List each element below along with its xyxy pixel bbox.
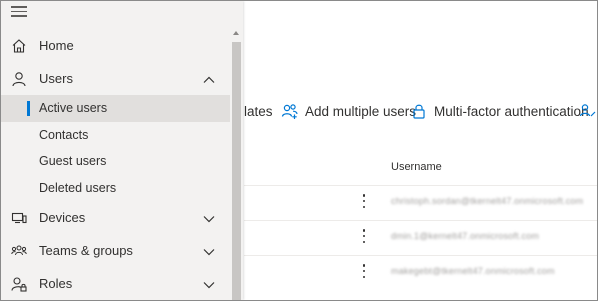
user-templates-label: lates — [244, 103, 273, 119]
nav-subitem-contacts[interactable]: Contacts — [1, 122, 230, 149]
add-people-icon — [281, 102, 299, 120]
nav-item-home[interactable]: Home — [1, 29, 230, 62]
add-multiple-users-button[interactable]: Add multiple users — [281, 96, 416, 126]
people-group-icon — [10, 242, 28, 260]
lock-icon — [410, 102, 428, 120]
home-icon — [10, 37, 28, 55]
multi-factor-authentication-button[interactable]: Multi-factor authentication — [410, 96, 589, 126]
app-window: lates Add multiple users Multi-factor au… — [0, 0, 598, 301]
nav-subitem-label: Contacts — [39, 127, 89, 142]
chevron-down-icon[interactable] — [203, 278, 215, 289]
nav-subitem-guest-users[interactable]: Guest users — [1, 148, 230, 175]
nav-item-devices[interactable]: Devices — [1, 201, 230, 234]
username-cell: makegebt@tkernelt47.onmicrosoft.com — [391, 266, 555, 276]
multi-factor-authentication-label: Multi-factor authentication — [434, 103, 589, 119]
hamburger-icon[interactable] — [11, 6, 27, 18]
chevron-down-icon[interactable] — [203, 245, 215, 256]
nav-item-roles[interactable]: Roles — [1, 267, 230, 300]
nav-subitem-label: Active users — [39, 101, 108, 116]
nav-item-teams-groups[interactable]: Teams & groups — [1, 234, 230, 267]
add-multiple-users-label: Add multiple users — [305, 103, 417, 119]
table-row[interactable]: makegebt@tkernelt47.onmicrosoft.com — [244, 255, 597, 290]
table-row[interactable]: christoph.sordan@tkernelt47.onmicrosoft.… — [244, 185, 597, 220]
scroll-up-arrow-icon[interactable] — [233, 31, 239, 35]
devices-icon — [10, 209, 28, 227]
more-actions-icon[interactable] — [362, 229, 366, 247]
chevron-up-icon[interactable] — [203, 73, 215, 83]
more-commands-button[interactable] — [579, 96, 597, 126]
nav-subitem-label: Guest users — [39, 154, 107, 169]
username-column-header[interactable]: Username — [391, 161, 442, 173]
nav-item-label: Teams & groups — [39, 243, 133, 258]
username-cell: christoph.sordan@tkernelt47.onmicrosoft.… — [391, 196, 584, 206]
table-row[interactable]: dmin.1@kernelt47.onmicrosoft.com — [244, 220, 597, 255]
nav-list: Home Users Active users Contacts Guest u… — [1, 29, 230, 300]
scrollbar-thumb[interactable] — [232, 42, 241, 300]
username-cell: dmin.1@kernelt47.onmicrosoft.com — [391, 231, 540, 241]
nav-item-label: Users — [39, 71, 73, 86]
nav-subitem-active-users[interactable]: Active users — [1, 95, 230, 122]
person-edit-icon — [579, 102, 597, 120]
nav-item-users[interactable]: Users — [1, 62, 230, 95]
person-icon — [10, 70, 28, 88]
nav-item-label: Home — [39, 38, 74, 53]
nav-subitem-label: Deleted users — [39, 180, 117, 195]
user-templates-button[interactable]: lates — [244, 96, 273, 126]
nav-item-label: Devices — [39, 210, 86, 225]
navigation-pane: Home Users Active users Contacts Guest u… — [1, 1, 243, 300]
chevron-down-icon[interactable] — [203, 212, 215, 223]
nav-subitem-deleted-users[interactable]: Deleted users — [1, 175, 230, 202]
nav-item-label: Roles — [39, 276, 73, 291]
more-actions-icon[interactable] — [362, 264, 366, 282]
roles-icon — [10, 275, 28, 293]
more-actions-icon[interactable] — [362, 194, 366, 212]
nav-scrollbar[interactable] — [230, 29, 243, 300]
